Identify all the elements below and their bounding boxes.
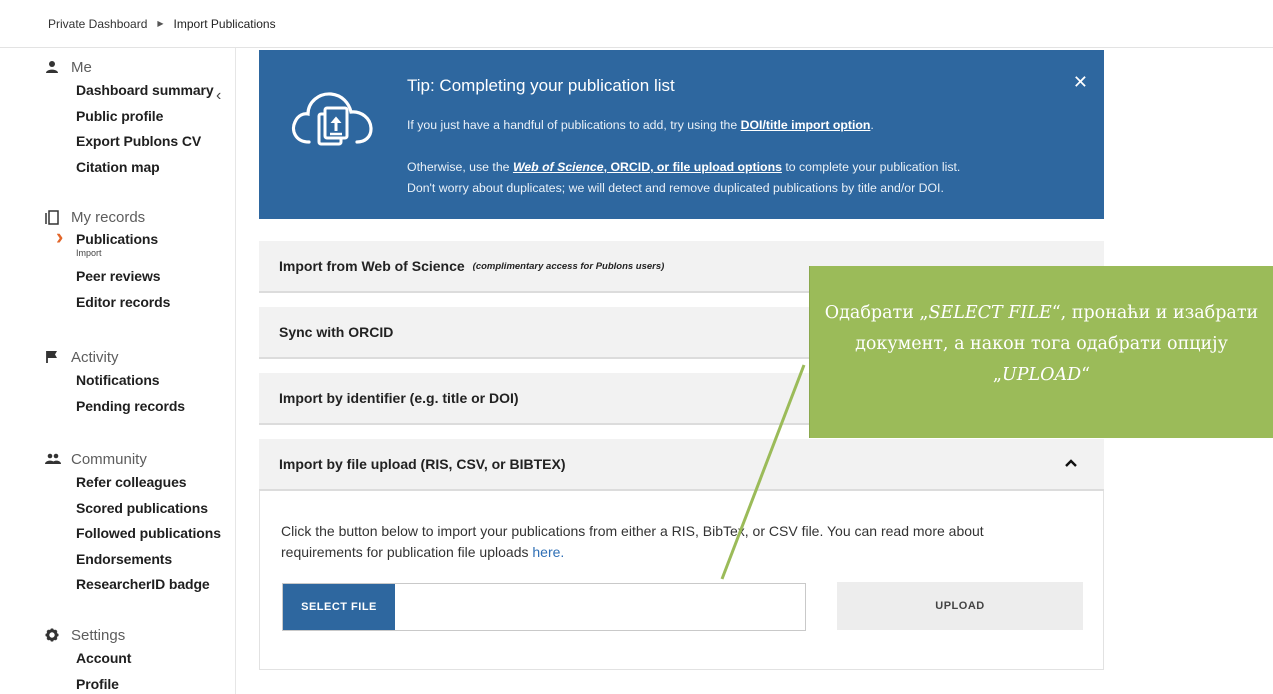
instruction-callout: Одабрати „SELECT FILE“, пронаћи и изабра…: [809, 266, 1273, 438]
